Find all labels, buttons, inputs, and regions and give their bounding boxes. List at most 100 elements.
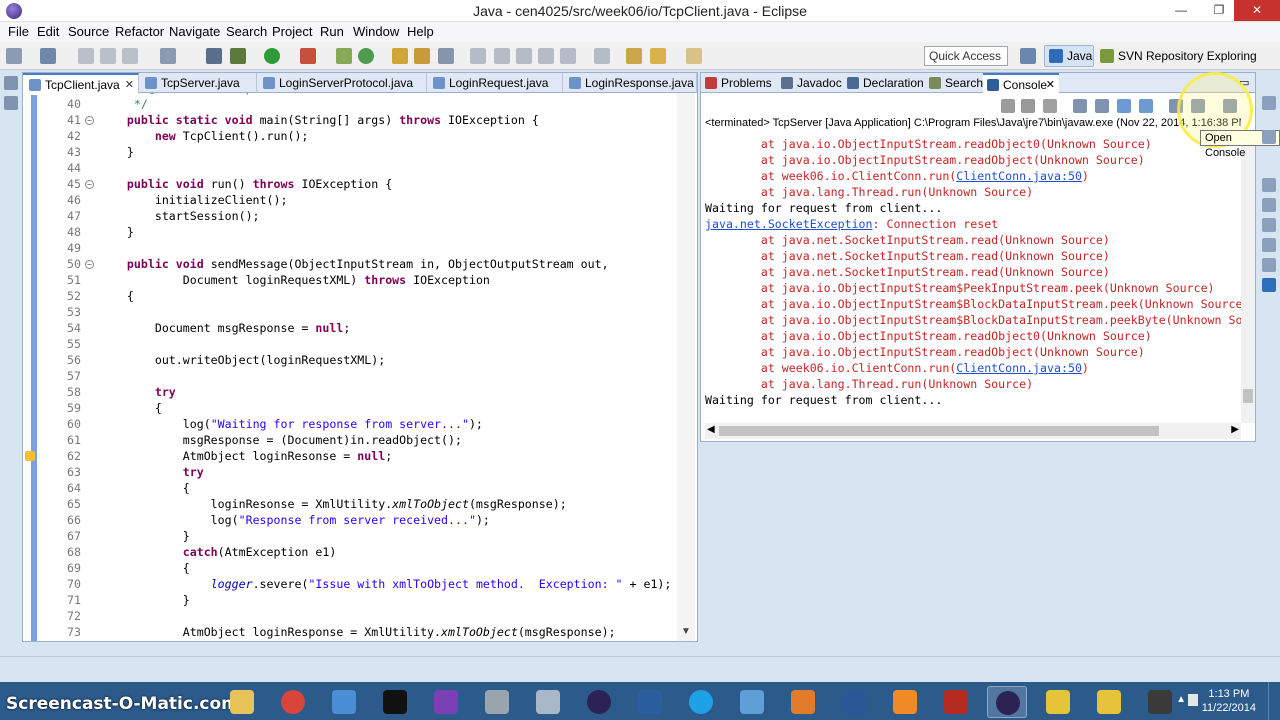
code-line[interactable]: 56 out.writeObject(loginRequestXML);	[23, 353, 679, 369]
tray-expand-icon[interactable]: ▲	[1176, 694, 1186, 705]
system-clock[interactable]: 1:13 PM 11/22/2014	[1202, 687, 1256, 715]
console-trim-icon[interactable]	[1262, 278, 1276, 292]
code-line[interactable]: 49	[23, 241, 679, 257]
taskbar-app[interactable]	[732, 686, 772, 718]
scroll-thumb[interactable]	[1243, 389, 1253, 403]
taskbar-app[interactable]	[222, 686, 262, 718]
forward-icon[interactable]	[686, 48, 702, 64]
code-line[interactable]: 40 */	[23, 97, 679, 113]
search-trim-icon[interactable]	[1262, 238, 1276, 252]
debug-icon[interactable]	[230, 48, 246, 64]
code-line[interactable]: 65 loginResonse = XmlUtility.xmlToObject…	[23, 497, 679, 513]
task-list-icon[interactable]	[1262, 178, 1276, 192]
volume-icon[interactable]	[1188, 694, 1198, 706]
code-line[interactable]: 53	[23, 305, 679, 321]
terminate-icon[interactable]	[1001, 99, 1015, 113]
bookmarks-icon[interactable]	[1262, 198, 1276, 212]
code-line[interactable]: 42 new TcpClient().run();	[23, 129, 679, 145]
tab-search[interactable]: Search	[925, 73, 983, 93]
fold-toggle-icon[interactable]: −	[85, 116, 94, 125]
console-horizontal-scrollbar[interactable]: ◀ ▶	[705, 423, 1241, 439]
menu-help[interactable]: Help	[407, 24, 434, 39]
show-stderr-icon[interactable]	[1139, 99, 1153, 113]
quick-access-input[interactable]: Quick Access	[924, 46, 1008, 66]
menu-search[interactable]: Search	[226, 24, 267, 39]
code-line[interactable]: 44	[23, 161, 679, 177]
terminal-icon[interactable]	[122, 48, 138, 64]
code-line[interactable]: 64 {	[23, 481, 679, 497]
taskbar-app[interactable]	[936, 686, 976, 718]
code-line[interactable]: 52 {	[23, 289, 679, 305]
clear-console-icon[interactable]	[1073, 99, 1087, 113]
restore-icon[interactable]	[1262, 96, 1276, 110]
minimize-button[interactable]: —	[1164, 0, 1198, 21]
show-stdout-icon[interactable]	[1117, 99, 1131, 113]
skip-breakpoints-icon[interactable]	[206, 48, 222, 64]
code-line[interactable]: 51 Document loginRequestXML) throws IOEx…	[23, 273, 679, 289]
open-perspective-icon[interactable]	[1020, 48, 1036, 64]
code-area[interactable]: 39 * @throws IOException40 */41− public …	[23, 93, 679, 641]
block-select-icon[interactable]	[516, 48, 532, 64]
code-line[interactable]: 62 AtmObject loginResonse = null;	[23, 449, 679, 465]
warning-icon[interactable]	[25, 451, 35, 461]
code-line[interactable]: 58 try	[23, 385, 679, 401]
tab-loginserverprotocol[interactable]: LoginServerProtocol.java	[257, 73, 427, 93]
code-line[interactable]: 54 Document msgResponse = null;	[23, 321, 679, 337]
new-icon[interactable]	[6, 48, 22, 64]
taskbar-app[interactable]	[324, 686, 364, 718]
code-line[interactable]: 57	[23, 369, 679, 385]
outline-icon[interactable]	[1262, 130, 1276, 144]
taskbar-app[interactable]	[783, 686, 823, 718]
code-line[interactable]: 66 log("Response from server received...…	[23, 513, 679, 529]
external-tools-icon[interactable]	[300, 48, 316, 64]
code-line[interactable]: 47 startSession();	[23, 209, 679, 225]
scroll-left-icon[interactable]: ◀	[707, 424, 715, 435]
history-icon[interactable]	[1262, 258, 1276, 272]
source-link[interactable]: ClientConn.java:50	[956, 169, 1082, 183]
taskbar-app[interactable]	[1038, 686, 1078, 718]
code-line[interactable]: 50− public void sendMessage(ObjectInputS…	[23, 257, 679, 273]
show-desktop-button[interactable]	[1268, 682, 1280, 720]
code-line[interactable]: 55	[23, 337, 679, 353]
code-line[interactable]: 71 }	[23, 593, 679, 609]
remove-all-launches-icon[interactable]	[1043, 99, 1057, 113]
console-vertical-scrollbar[interactable]	[1241, 133, 1255, 423]
exception-link[interactable]: java.net.SocketException	[705, 217, 873, 231]
console-output[interactable]: at java.io.ObjectInputStream.readObject0…	[701, 133, 1241, 423]
new-java-project-icon[interactable]	[336, 48, 352, 64]
tab-loginresponse[interactable]: LoginResponse.java	[563, 73, 697, 93]
code-line[interactable]: 72	[23, 609, 679, 625]
tab-declaration[interactable]: Declaration	[843, 73, 925, 93]
code-line[interactable]: 70 logger.severe("Issue with xmlToObject…	[23, 577, 679, 593]
code-line[interactable]: 63 try	[23, 465, 679, 481]
code-line[interactable]: 67 }	[23, 529, 679, 545]
new-package-icon[interactable]	[358, 48, 374, 64]
menu-navigate[interactable]: Navigate	[169, 24, 220, 39]
maximize-button[interactable]: ❐	[1202, 0, 1236, 21]
taskbar-app[interactable]	[528, 686, 568, 718]
menu-refactor[interactable]: Refactor	[115, 24, 164, 39]
menu-edit[interactable]: Edit	[37, 24, 59, 39]
code-line[interactable]: 45− public void run() throws IOException…	[23, 177, 679, 193]
code-line[interactable]: 60 log("Waiting for response from server…	[23, 417, 679, 433]
menu-source[interactable]: Source	[68, 24, 109, 39]
restore-icon[interactable]	[4, 76, 18, 90]
menu-window[interactable]: Window	[353, 24, 399, 39]
taskbar-app[interactable]	[426, 686, 466, 718]
tab-tcpclient[interactable]: TcpClient.java ✕	[23, 73, 139, 94]
menu-run[interactable]: Run	[320, 24, 344, 39]
taskbar-app[interactable]	[375, 686, 415, 718]
code-line[interactable]: 61 msgResponse = (Document)in.readObject…	[23, 433, 679, 449]
source-link[interactable]: ClientConn.java:50	[956, 361, 1082, 375]
code-line[interactable]: 43 }	[23, 145, 679, 161]
menu-file[interactable]: File	[8, 24, 29, 39]
code-line[interactable]: 68 catch(AtmException e1)	[23, 545, 679, 561]
editor-scrollbar[interactable]: ▼	[677, 93, 695, 641]
code-line[interactable]: 59 {	[23, 401, 679, 417]
tab-tcpserver[interactable]: TcpServer.java	[139, 73, 257, 93]
fold-toggle-icon[interactable]: −	[85, 260, 94, 269]
taskbar-app[interactable]	[1089, 686, 1129, 718]
tab-console[interactable]: Console ✕	[983, 73, 1059, 94]
code-line[interactable]: 73 AtmObject loginResponse = XmlUtility.…	[23, 625, 679, 641]
package-explorer-icon[interactable]	[4, 96, 18, 110]
